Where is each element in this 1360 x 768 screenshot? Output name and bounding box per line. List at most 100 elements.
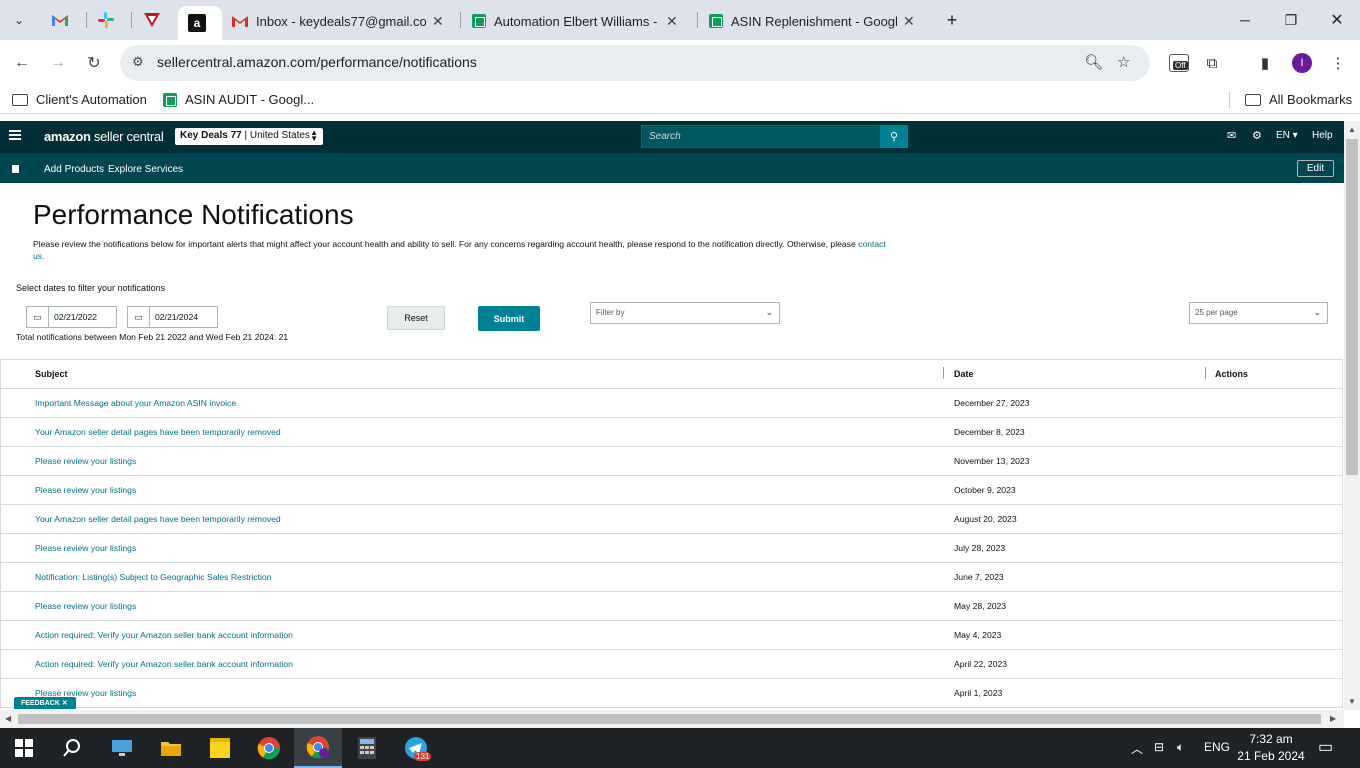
address-bar[interactable]: ⚙ sellercentral.amazon.com/performance/n… (120, 45, 1150, 81)
pinned-tab-app[interactable] (132, 6, 172, 34)
notification-subject-link[interactable]: Action required: Verify your Amazon sell… (35, 630, 293, 640)
search-icon[interactable]: ⚲ (880, 125, 908, 148)
chrome-profile-icon[interactable] (294, 728, 342, 768)
scroll-up-arrow-icon[interactable]: ▲ (1348, 125, 1356, 134)
forward-arrow-icon[interactable]: → (45, 50, 71, 76)
telegram-icon[interactable]: 131 (392, 728, 440, 768)
calendar-icon[interactable]: ▭ (27, 307, 49, 327)
notification-subject-link[interactable]: Important Message about your Amazon ASIN… (35, 398, 236, 408)
all-bookmarks[interactable]: All Bookmarks (1245, 92, 1352, 107)
notification-date: November 13, 2023 (954, 456, 1030, 466)
calculator-icon[interactable] (343, 728, 391, 768)
desktop-app-icon[interactable] (98, 728, 146, 768)
reset-button[interactable]: Reset (387, 306, 445, 330)
reload-icon[interactable]: ↻ (81, 50, 107, 76)
notifications-icon[interactable]: ▭ (1318, 737, 1333, 757)
chrome-icon[interactable] (245, 728, 293, 768)
table-row: Please review your listings July 28, 2023 (0, 534, 1343, 563)
column-header-subject[interactable]: Subject (35, 369, 68, 379)
help-link[interactable]: Help (1312, 130, 1333, 141)
tab-search-button[interactable]: ⌄ (6, 7, 32, 33)
notification-subject-link[interactable]: Please review your listings (35, 456, 136, 466)
network-icon[interactable]: ⊟ (1154, 740, 1164, 754)
close-tab-icon[interactable]: ✕ (432, 13, 444, 30)
notification-subject-link[interactable]: Please review your listings (35, 485, 136, 495)
scroll-left-arrow-icon[interactable]: ◀ (5, 714, 11, 723)
notification-subject-link[interactable]: Action required: Verify your Amazon sell… (35, 659, 293, 669)
extensions-puzzle-icon[interactable]: ⧉ (1200, 51, 1224, 75)
site-info-icon[interactable]: ⚙ (132, 54, 144, 70)
bookmark-nav-icon[interactable] (12, 165, 19, 173)
bookmark-clients-automation[interactable]: Client's Automation (12, 92, 147, 107)
intro-text: Please review the notifications below fo… (33, 239, 886, 261)
mail-icon[interactable]: ✉ (1227, 129, 1236, 142)
vertical-scroll-thumb[interactable] (1346, 139, 1358, 475)
close-tab-icon[interactable]: ✕ (903, 13, 915, 30)
zoom-icon[interactable]: 🔍︎ (1084, 53, 1103, 71)
taskbar-search-icon[interactable] (48, 728, 96, 768)
horizontal-scrollbar[interactable]: ◀ ▶ (0, 710, 1344, 728)
svg-text:a: a (194, 16, 201, 30)
vertical-scrollbar[interactable]: ▲ ▼ (1344, 121, 1360, 710)
back-arrow-icon[interactable]: ← (9, 50, 35, 76)
end-date-input[interactable]: ▭ 02/21/2024 (127, 306, 218, 328)
all-bookmarks-label: All Bookmarks (1269, 92, 1353, 107)
tab-automation-sheet[interactable]: Automation Elbert Williams - Go ✕ (462, 6, 696, 36)
column-header-date[interactable]: Date (954, 369, 974, 379)
close-window-icon[interactable]: ✕ (1325, 8, 1349, 32)
account-region: | United States (241, 130, 310, 141)
tab-amazon-active[interactable]: a (178, 6, 222, 40)
horizontal-scroll-thumb[interactable] (18, 714, 1321, 724)
filter-by-select[interactable]: Filter by ⌄ (590, 302, 780, 324)
seller-search-input[interactable]: Search (641, 125, 881, 148)
notification-subject-link[interactable]: Notification: Listing(s) Subject to Geog… (35, 572, 271, 582)
menu-kebab-icon[interactable]: ⋮ (1326, 51, 1350, 75)
notification-subject-link[interactable]: Please review your listings (35, 543, 136, 553)
submit-button[interactable]: Submit (478, 306, 540, 331)
notification-subject-link[interactable]: Please review your listings (35, 601, 136, 611)
feedback-tab[interactable]: FEEDBACK ✕ (14, 697, 76, 709)
tab-asin-replenishment[interactable]: ASIN Replenishment - Google S ✕ (699, 6, 933, 36)
nav-explore-services[interactable]: Explore Services (108, 164, 183, 175)
seller-central-logo[interactable]: amazon seller central (44, 129, 164, 144)
pinned-tab-gmail[interactable] (40, 6, 80, 34)
sheets-icon (472, 14, 486, 28)
volume-icon[interactable]: 🔈︎ (1177, 740, 1184, 755)
minimize-icon[interactable]: ─ (1233, 8, 1257, 32)
sticky-notes-icon[interactable] (196, 728, 244, 768)
tray-chevron-up-icon[interactable]: ︿ (1131, 740, 1143, 757)
input-language[interactable]: ENG (1204, 740, 1230, 754)
per-page-select[interactable]: 25 per page ⌄ (1189, 302, 1328, 324)
seller-central-header: amazon seller central Key Deals 77 | Uni… (0, 121, 1344, 153)
new-tab-plus-icon[interactable]: + (940, 8, 964, 32)
language-selector[interactable]: EN ▾ (1276, 130, 1298, 141)
settings-gear-icon[interactable]: ⚙ (1252, 129, 1262, 142)
table-row: Please review your listings April 1, 2023 (0, 679, 1343, 708)
side-panel-icon[interactable]: ▮ (1253, 51, 1277, 75)
pinned-tab-slack[interactable] (86, 6, 126, 34)
table-row: Your Amazon seller detail pages have bee… (0, 505, 1343, 534)
calendar-icon[interactable]: ▭ (128, 307, 150, 327)
close-tab-icon[interactable]: ✕ (666, 13, 678, 30)
nav-add-products[interactable]: Add Products (44, 164, 104, 175)
browser-tab-strip: ⌄ a Inbox - keydeals77@gmail.com ✕ Autom… (0, 0, 1360, 40)
restore-icon[interactable]: ❐ (1279, 8, 1303, 32)
windows-start-icon[interactable] (0, 728, 48, 768)
start-date-input[interactable]: ▭ 02/21/2022 (26, 306, 117, 328)
scroll-down-arrow-icon[interactable]: ▼ (1348, 697, 1356, 706)
scroll-right-arrow-icon[interactable]: ▶ (1330, 714, 1336, 723)
edit-nav-button[interactable]: Edit (1297, 160, 1334, 177)
taskbar-clock[interactable]: 7:32 am 21 Feb 2024 (1236, 731, 1306, 765)
account-name: Key Deals 77 (180, 130, 242, 141)
tab-gmail-inbox[interactable]: Inbox - keydeals77@gmail.com ✕ (222, 6, 458, 36)
extension-off-icon[interactable]: Off (1167, 51, 1191, 75)
profile-avatar[interactable]: I (1292, 53, 1312, 73)
notification-subject-link[interactable]: Your Amazon seller detail pages have bee… (35, 514, 281, 524)
notification-subject-link[interactable]: Your Amazon seller detail pages have bee… (35, 427, 281, 437)
file-explorer-icon[interactable] (147, 728, 195, 768)
sheets-icon (163, 92, 177, 107)
bookmark-asin-audit[interactable]: ASIN AUDIT - Googl... (163, 92, 314, 107)
hamburger-menu-icon[interactable] (9, 130, 21, 140)
account-switcher[interactable]: Key Deals 77 | United States ▲ ▼ (175, 128, 323, 145)
bookmark-star-icon[interactable]: ☆ (1117, 53, 1130, 71)
